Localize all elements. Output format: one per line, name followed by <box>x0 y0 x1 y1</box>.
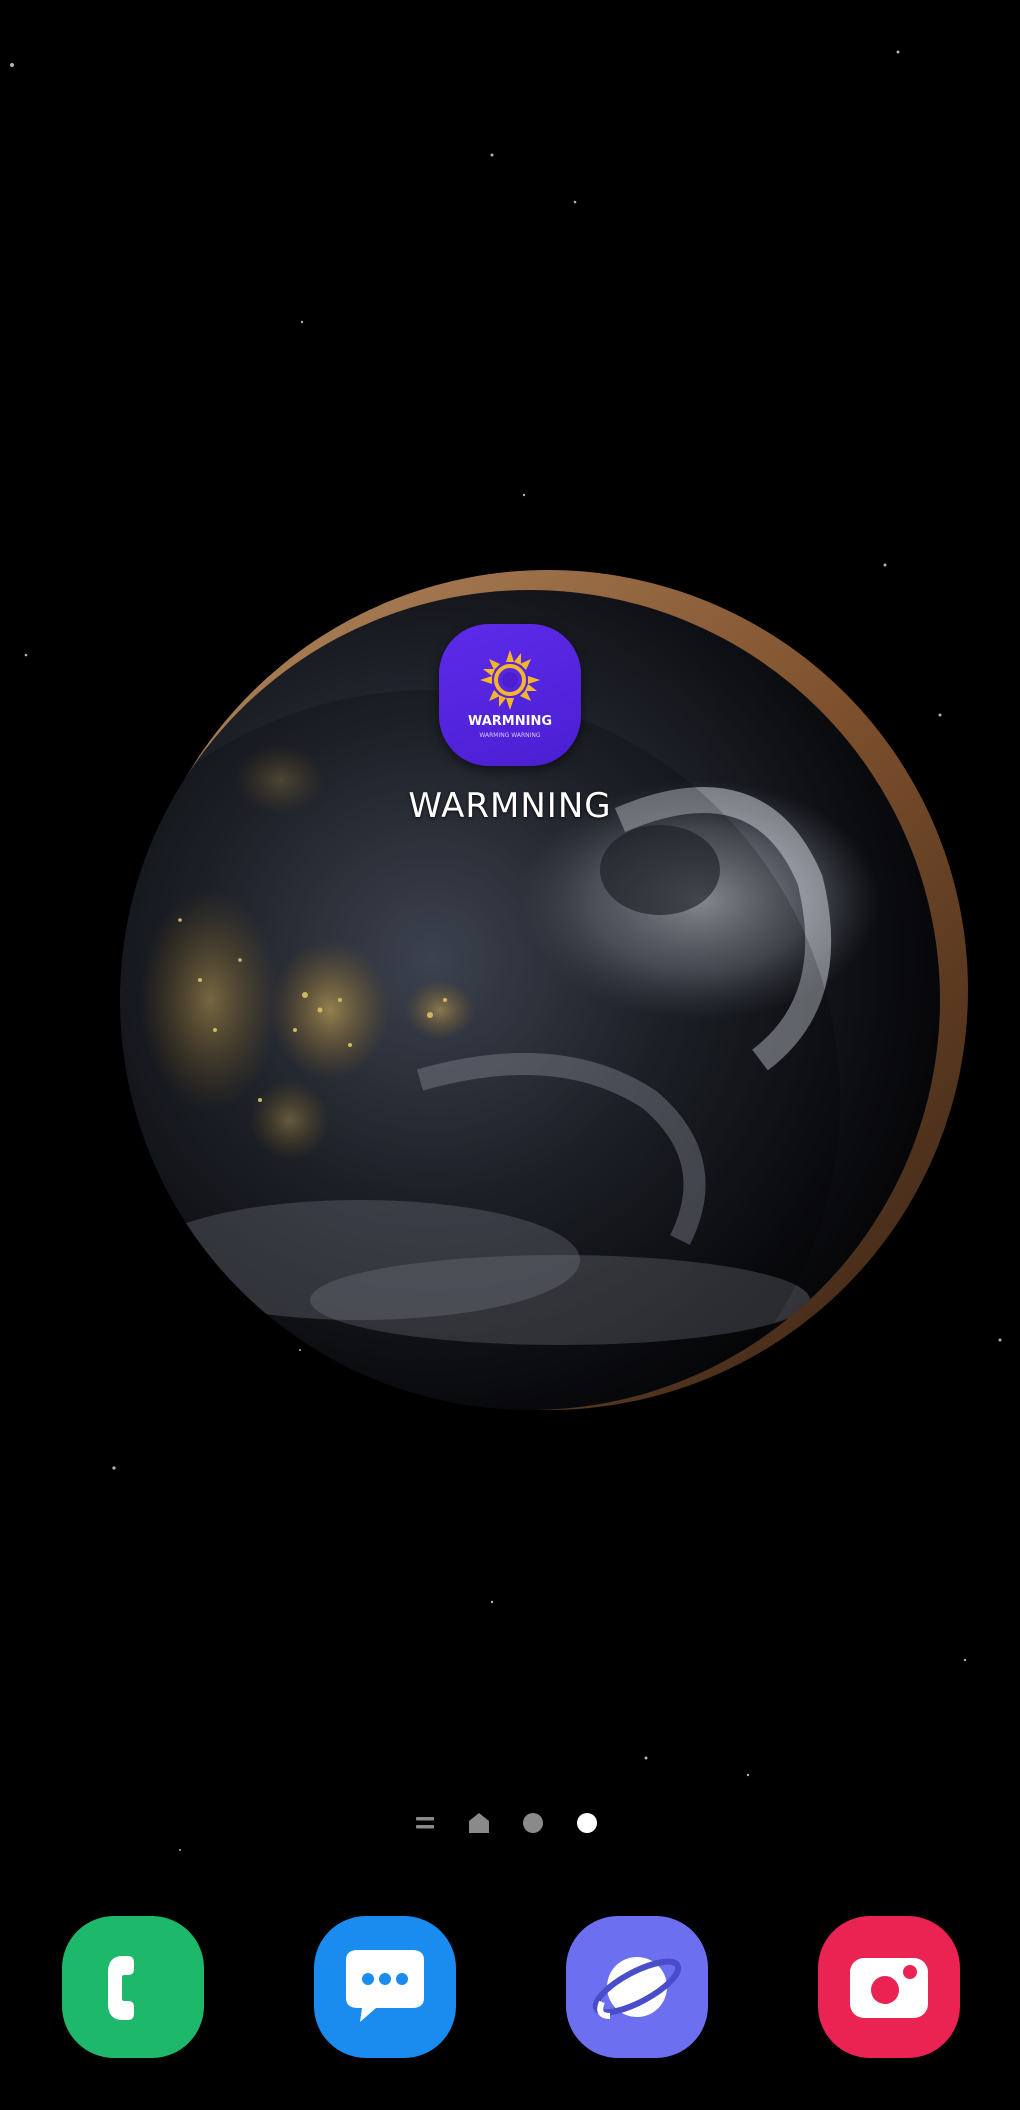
home-screen: WARMNING WARMING WARNING WARMNING <box>0 0 1020 2110</box>
camera-icon <box>850 1958 928 2018</box>
dock <box>0 1916 1020 2060</box>
wallpaper-earth-image <box>0 0 1020 2110</box>
page-dot-3-active[interactable] <box>572 1808 602 1838</box>
internet-app-button[interactable] <box>566 1916 708 2058</box>
camera-app-button[interactable] <box>818 1916 960 2058</box>
warmning-app-shortcut[interactable]: WARMNING WARMING WARNING WARMNING <box>392 624 628 826</box>
icon-subtext: WARMING WARNING <box>479 732 540 739</box>
page-dot-2[interactable] <box>518 1808 548 1838</box>
messages-app-button[interactable] <box>314 1916 456 2058</box>
app-label: WARMNING <box>408 786 612 826</box>
planet-icon <box>592 1957 682 2019</box>
phone-app-button[interactable] <box>62 1916 204 2058</box>
sun-logo-icon: WARMNING WARMING WARNING <box>439 624 581 766</box>
apps-list-indicator-icon[interactable] <box>410 1808 440 1838</box>
phone-icon <box>108 1956 134 2020</box>
message-bubble-icon <box>346 1950 424 2022</box>
icon-text: WARMNING <box>468 714 552 729</box>
page-indicator <box>410 1808 610 1838</box>
home-indicator-icon[interactable] <box>464 1808 494 1838</box>
